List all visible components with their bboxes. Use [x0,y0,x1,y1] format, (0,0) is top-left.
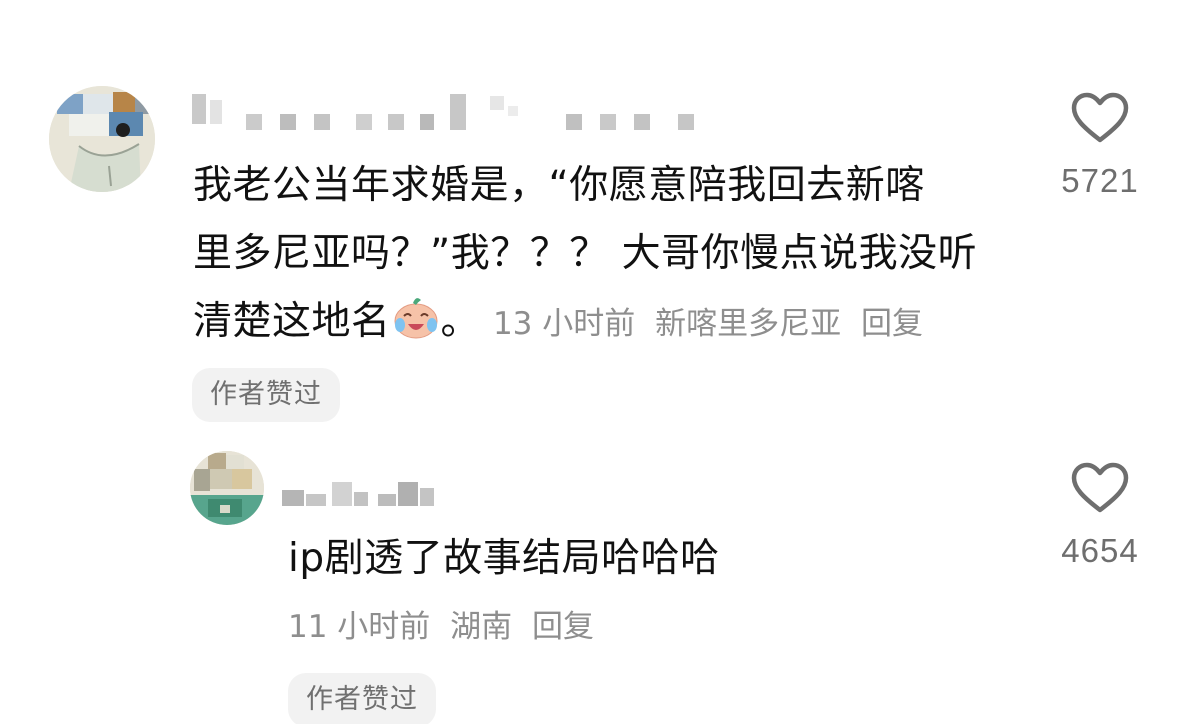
comment-body[interactable]: 我老公当年求婚是，“你愿意陪我回去新喀 里多尼亚吗？”我？？？ 大哥你慢点说我没… [193,152,1033,358]
avatar-image [190,451,264,525]
like-button[interactable]: 5721 [1040,92,1160,200]
comment-text-line: 清楚这地名 。 13 小时前 新喀里多尼亚 回复 [193,288,1033,358]
comment-text-segment: 清楚这地名 [193,299,391,344]
heart-icon [1071,462,1129,513]
comment-thread: 我老公当年求婚是，“你愿意陪我回去新喀 里多尼亚吗？”我？？？ 大哥你慢点说我没… [0,0,1179,724]
comment-time: 13 小时前 [492,306,636,342]
username-blurred[interactable] [188,90,708,130]
avatar[interactable] [49,86,155,192]
comment-text-line: 里多尼亚吗？”我？？？ 大哥你慢点说我没听 [193,231,978,276]
comment-text-segment: 。 [440,299,481,344]
reply-body[interactable]: ip剧透了故事结局哈哈哈 [288,525,1008,593]
avatar-image [49,86,155,192]
heart-icon [1071,92,1129,143]
crying-laughing-face-icon [394,298,438,339]
reply-button[interactable]: 回复 [861,306,923,342]
reply-meta: 11 小时前 湖南 回复 [288,602,604,652]
reply-username-blurred[interactable] [282,468,442,508]
reply-text: ip剧透了故事结局哈哈哈 [288,536,720,581]
author-liked-badge: 作者赞过 [192,368,340,422]
reply-button[interactable]: 回复 [532,609,594,645]
reply-location: 湖南 [450,609,513,645]
reply-time: 11 小时前 [288,609,431,645]
like-count: 4654 [1061,532,1139,569]
comment-meta: 13 小时前 新喀里多尼亚 回复 [493,306,933,342]
comment-text-line: 我老公当年求婚是，“你愿意陪我回去新喀 [193,163,925,208]
like-button[interactable]: 4654 [1040,462,1160,570]
comment-location: 新喀里多尼亚 [655,306,842,342]
like-count: 5721 [1061,162,1139,199]
reply-avatar[interactable] [190,451,264,525]
author-liked-badge: 作者赞过 [288,673,436,724]
